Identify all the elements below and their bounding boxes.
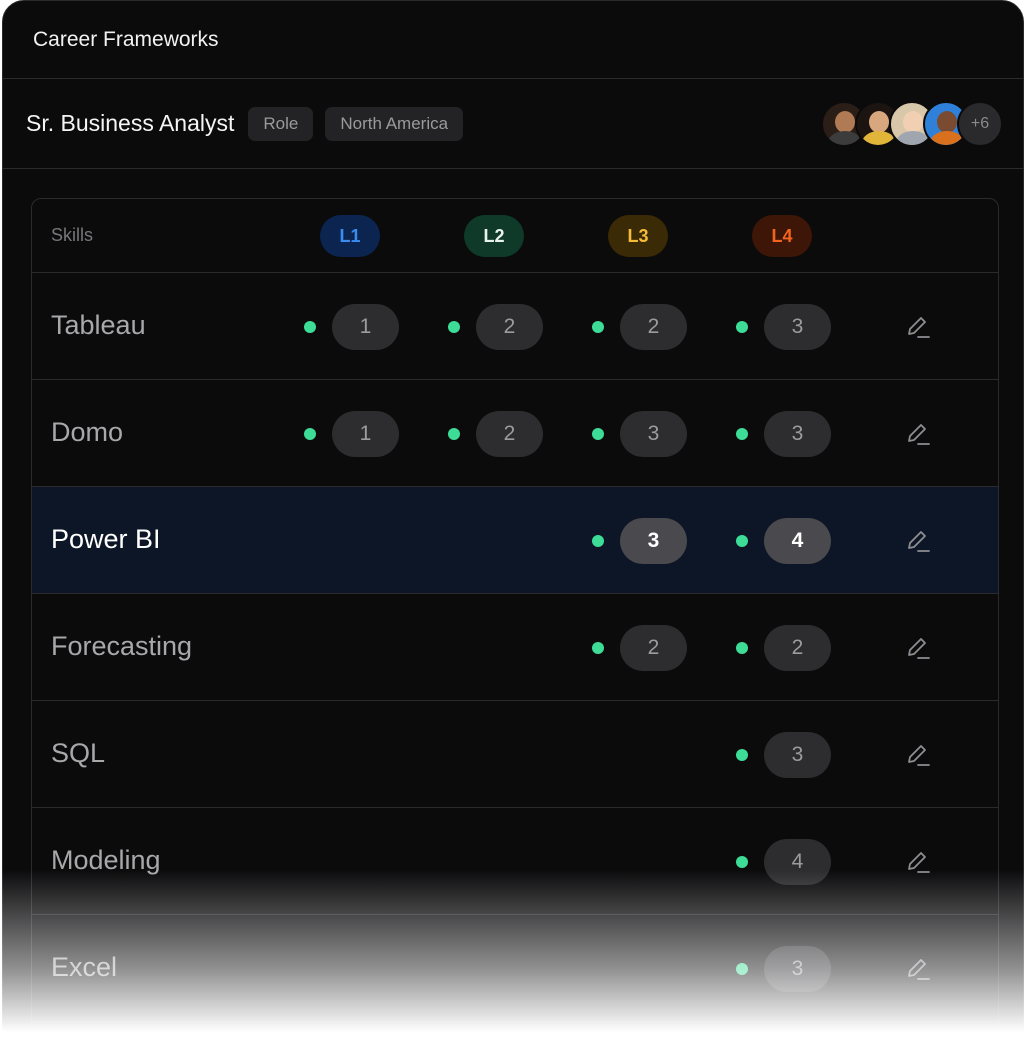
proficiency-pill[interactable]: 3 — [764, 304, 831, 350]
app-header: Career Frameworks — [3, 1, 1023, 79]
more-members-count[interactable]: +6 — [957, 100, 1003, 147]
skills-table: Skills L1 L2 L3 L4 Tableau 1 2 2 3 Domo 1 2 3 3 Power… — [31, 198, 999, 1049]
status-dot — [736, 963, 748, 975]
table-header: Skills L1 L2 L3 L4 — [32, 199, 998, 273]
status-dot — [736, 642, 748, 654]
skills-column-header: Skills — [51, 225, 94, 245]
level-badge-l1: L1 — [320, 215, 380, 257]
level-cell-l4: 3 — [736, 732, 831, 778]
table-row[interactable]: Tableau 1 2 2 3 — [32, 273, 998, 380]
edit-pencil-icon[interactable] — [905, 635, 931, 661]
level-cell-l4: 3 — [736, 411, 831, 457]
level-badge-l4: L4 — [752, 215, 812, 257]
edit-pencil-icon[interactable] — [905, 528, 931, 554]
status-dot — [304, 428, 316, 440]
level-cell-l3: 2 — [592, 625, 687, 671]
proficiency-pill[interactable]: 1 — [332, 411, 399, 457]
proficiency-pill[interactable]: 4 — [764, 839, 831, 885]
career-frameworks-window: Career Frameworks Sr. Business Analyst R… — [2, 0, 1024, 1050]
level-cell-l4: 3 — [736, 304, 831, 350]
level-cell-l2: 2 — [448, 411, 543, 457]
status-dot — [448, 428, 460, 440]
role-title: Sr. Business Analyst — [26, 110, 235, 136]
proficiency-pill[interactable]: 2 — [476, 304, 543, 350]
skill-name: SQL — [51, 738, 106, 768]
level-cell-l1: 1 — [304, 304, 399, 350]
table-row[interactable]: Domo 1 2 3 3 — [32, 380, 998, 487]
proficiency-pill[interactable]: 3 — [764, 732, 831, 778]
proficiency-pill[interactable]: 3 — [620, 411, 687, 457]
proficiency-pill[interactable]: 2 — [620, 304, 687, 350]
level-cell-l4: 3 — [736, 946, 831, 992]
table-body: Tableau 1 2 2 3 Domo 1 2 3 3 Power BI 3 4 Forecasting… — [32, 273, 998, 1022]
table-row[interactable]: Forecasting 2 2 — [32, 594, 998, 701]
proficiency-pill[interactable]: 4 — [764, 518, 831, 564]
avatar-group[interactable]: +6 — [821, 100, 1003, 147]
table-row[interactable]: SQL 3 — [32, 701, 998, 808]
status-dot — [592, 642, 604, 654]
edit-pencil-icon[interactable] — [905, 849, 931, 875]
proficiency-pill[interactable]: 2 — [764, 625, 831, 671]
level-cell-l3: 3 — [592, 411, 687, 457]
status-dot — [592, 428, 604, 440]
level-cell-l4: 2 — [736, 625, 831, 671]
proficiency-pill[interactable]: 2 — [620, 625, 687, 671]
table-row[interactable]: Excel 3 — [32, 915, 998, 1022]
level-cell-l4: 4 — [736, 518, 831, 564]
status-dot — [304, 321, 316, 333]
status-dot — [592, 321, 604, 333]
level-badge-l2: L2 — [464, 215, 524, 257]
edit-pencil-icon[interactable] — [905, 742, 931, 768]
table-row[interactable]: Power BI 3 4 — [32, 487, 998, 594]
skill-name: Forecasting — [51, 631, 193, 661]
level-cell-l3: 2 — [592, 304, 687, 350]
edit-pencil-icon[interactable] — [905, 956, 931, 982]
level-cell-l3: 3 — [592, 518, 687, 564]
role-bar: Sr. Business Analyst Role North America … — [3, 79, 1023, 169]
region-chip[interactable]: North America — [325, 106, 464, 141]
skill-name: Domo — [51, 417, 124, 447]
status-dot — [736, 321, 748, 333]
status-dot — [592, 535, 604, 547]
proficiency-pill[interactable]: 3 — [620, 518, 687, 564]
table-row[interactable]: Modeling 4 — [32, 808, 998, 915]
proficiency-pill[interactable]: 2 — [476, 411, 543, 457]
level-cell-l1: 1 — [304, 411, 399, 457]
status-dot — [448, 321, 460, 333]
proficiency-pill[interactable]: 3 — [764, 946, 831, 992]
proficiency-pill[interactable]: 1 — [332, 304, 399, 350]
status-dot — [736, 856, 748, 868]
skill-name: Modeling — [51, 845, 161, 875]
edit-pencil-icon[interactable] — [905, 314, 931, 340]
level-badge-l3: L3 — [608, 215, 668, 257]
skill-name: Power BI — [51, 524, 161, 554]
role-chip[interactable]: Role — [248, 106, 314, 141]
status-dot — [736, 428, 748, 440]
level-cell-l2: 2 — [448, 304, 543, 350]
edit-pencil-icon[interactable] — [905, 421, 931, 447]
app-title: Career Frameworks — [33, 27, 219, 51]
status-dot — [736, 749, 748, 761]
skill-name: Excel — [51, 952, 118, 982]
status-dot — [736, 535, 748, 547]
proficiency-pill[interactable]: 3 — [764, 411, 831, 457]
skill-name: Tableau — [51, 310, 146, 340]
level-cell-l4: 4 — [736, 839, 831, 885]
